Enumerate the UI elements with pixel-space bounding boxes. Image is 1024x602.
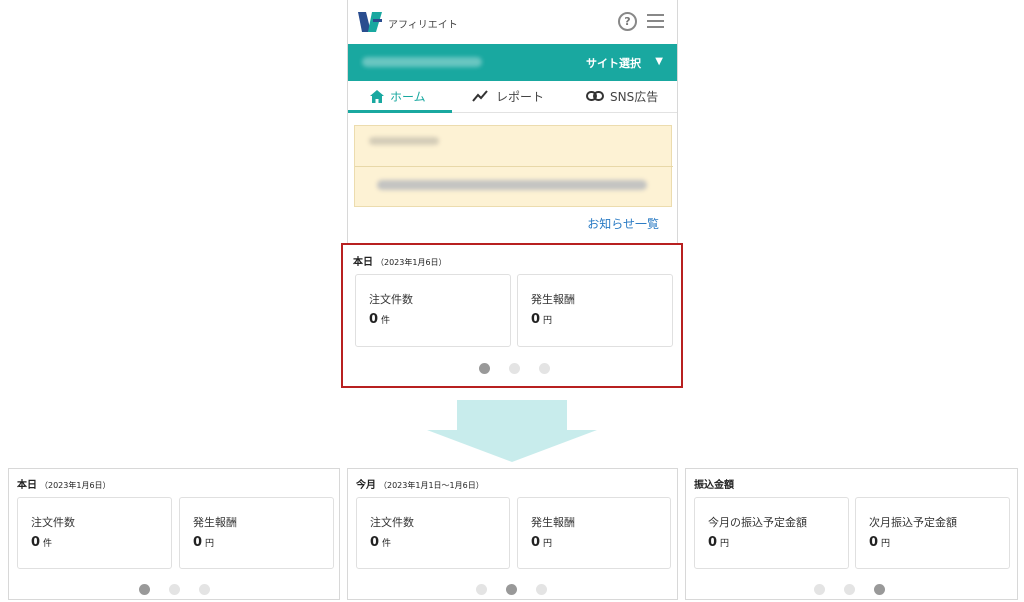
- carousel-dot[interactable]: [476, 584, 487, 595]
- tab-sns[interactable]: SNS広告: [586, 81, 658, 113]
- tab-home[interactable]: ホーム: [370, 81, 426, 113]
- carousel-dot[interactable]: [844, 584, 855, 595]
- stat-label: 注文件数: [370, 516, 414, 529]
- stat-label: 注文件数: [369, 293, 413, 306]
- tab-sns-label: SNS広告: [610, 90, 659, 104]
- site-select-button[interactable]: サイト選択: [586, 55, 641, 71]
- stat-unit: 件: [382, 539, 392, 549]
- carousel-dot[interactable]: [139, 584, 150, 595]
- stat-label: 次月振込予定金額: [869, 516, 957, 529]
- help-icon[interactable]: ?: [618, 12, 637, 31]
- stat-number: 0: [708, 535, 718, 550]
- notice-title-blurred: [369, 137, 439, 145]
- carousel-dot[interactable]: [536, 584, 547, 595]
- stat-unit: 件: [381, 316, 391, 326]
- hamburger-menu-icon[interactable]: [647, 14, 664, 28]
- panel-subtitle: （2023年1月6日）: [40, 481, 111, 490]
- notice-box[interactable]: [354, 125, 673, 207]
- panel-title-text: 本日: [17, 480, 37, 491]
- stat-unit: 件: [43, 539, 53, 549]
- tab-report-label: レポート: [496, 90, 545, 104]
- carousel-dot[interactable]: [506, 584, 517, 595]
- carousel-dot[interactable]: [479, 363, 490, 374]
- stat-value: 0円: [869, 535, 890, 550]
- tab-home-label: ホーム: [390, 90, 426, 104]
- carousel-dot[interactable]: [874, 584, 885, 595]
- stat-label: 発生報酬: [193, 516, 237, 529]
- stat-unit: 円: [543, 539, 553, 549]
- stat-card[interactable]: 今月の振込予定金額 0円: [694, 497, 849, 569]
- panel-title: 今月 （2023年1月1日～1月6日）: [356, 476, 484, 491]
- stat-card[interactable]: 発生報酬 0円: [179, 497, 334, 569]
- stat-value: 0円: [708, 535, 729, 550]
- stat-label: 注文件数: [31, 516, 75, 529]
- stat-number: 0: [370, 535, 380, 550]
- stat-number: 0: [531, 312, 541, 327]
- carousel-dot[interactable]: [199, 584, 210, 595]
- stat-value: 0件: [369, 312, 390, 327]
- stat-number: 0: [31, 535, 41, 550]
- stat-value: 0件: [31, 535, 52, 550]
- down-arrow-icon: [427, 400, 597, 462]
- stat-value: 0円: [531, 312, 552, 327]
- brand-logo: [358, 12, 382, 32]
- today-panel: 本日 （2023年1月6日） 注文件数 0件 発生報酬 0円: [8, 468, 340, 600]
- carousel-dot[interactable]: [814, 584, 825, 595]
- stat-label: 今月の振込予定金額: [708, 516, 807, 529]
- stat-label: 発生報酬: [531, 293, 575, 306]
- active-tab-underline: [348, 110, 452, 113]
- today-panel-highlighted: 本日 （2023年1月6日） 注文件数 0件 発生報酬 0円: [341, 243, 683, 388]
- notice-divider: [355, 166, 673, 167]
- stat-card[interactable]: 注文件数 0件: [17, 497, 172, 569]
- chart-line-icon: [472, 90, 488, 102]
- carousel-dot[interactable]: [169, 584, 180, 595]
- stat-value: 0件: [370, 535, 391, 550]
- top-bar: アフィリエイト ?: [348, 0, 677, 44]
- panel-title: 本日 （2023年1月6日）: [353, 253, 447, 268]
- chevron-down-icon[interactable]: ▼: [655, 56, 663, 67]
- stat-card[interactable]: 次月振込予定金額 0円: [855, 497, 1010, 569]
- panel-title-text: 振込金額: [694, 480, 734, 491]
- site-name-blurred: [362, 57, 482, 67]
- panel-title: 本日 （2023年1月6日）: [17, 476, 111, 491]
- stat-card[interactable]: 発生報酬 0円: [517, 497, 671, 569]
- notice-message-blurred: [377, 180, 647, 190]
- panel-title-text: 今月: [356, 480, 376, 491]
- stat-number: 0: [369, 312, 379, 327]
- stat-unit: 円: [543, 316, 553, 326]
- stat-unit: 円: [881, 539, 891, 549]
- home-icon: [370, 90, 384, 103]
- transfer-panel: 振込金額 今月の振込予定金額 0円 次月振込予定金額 0円: [685, 468, 1018, 600]
- panel-title-text: 本日: [353, 257, 373, 268]
- carousel-dot[interactable]: [539, 363, 550, 374]
- stat-number: 0: [193, 535, 203, 550]
- stat-card[interactable]: 注文件数 0件: [356, 497, 510, 569]
- stat-number: 0: [531, 535, 541, 550]
- panel-title: 振込金額: [694, 476, 737, 491]
- site-bar[interactable]: サイト選択 ▼: [348, 44, 677, 81]
- link-icon: [586, 91, 604, 101]
- carousel-dot[interactable]: [509, 363, 520, 374]
- stat-card[interactable]: 注文件数 0件: [355, 274, 511, 347]
- month-panel: 今月 （2023年1月1日～1月6日） 注文件数 0件 発生報酬 0円: [347, 468, 678, 600]
- stat-label: 発生報酬: [531, 516, 575, 529]
- stat-unit: 円: [205, 539, 215, 549]
- stat-value: 0円: [531, 535, 552, 550]
- tab-report[interactable]: レポート: [472, 81, 544, 113]
- logo-text: アフィリエイト: [388, 20, 458, 31]
- stat-number: 0: [869, 535, 879, 550]
- stat-card[interactable]: 発生報酬 0円: [517, 274, 673, 347]
- stat-unit: 円: [720, 539, 730, 549]
- stat-value: 0円: [193, 535, 214, 550]
- panel-subtitle: （2023年1月6日）: [376, 258, 447, 267]
- news-list-link[interactable]: お知らせ一覧: [587, 215, 659, 232]
- panel-subtitle: （2023年1月1日～1月6日）: [379, 481, 484, 490]
- tab-bar: ホーム レポート SNS広告: [348, 81, 677, 113]
